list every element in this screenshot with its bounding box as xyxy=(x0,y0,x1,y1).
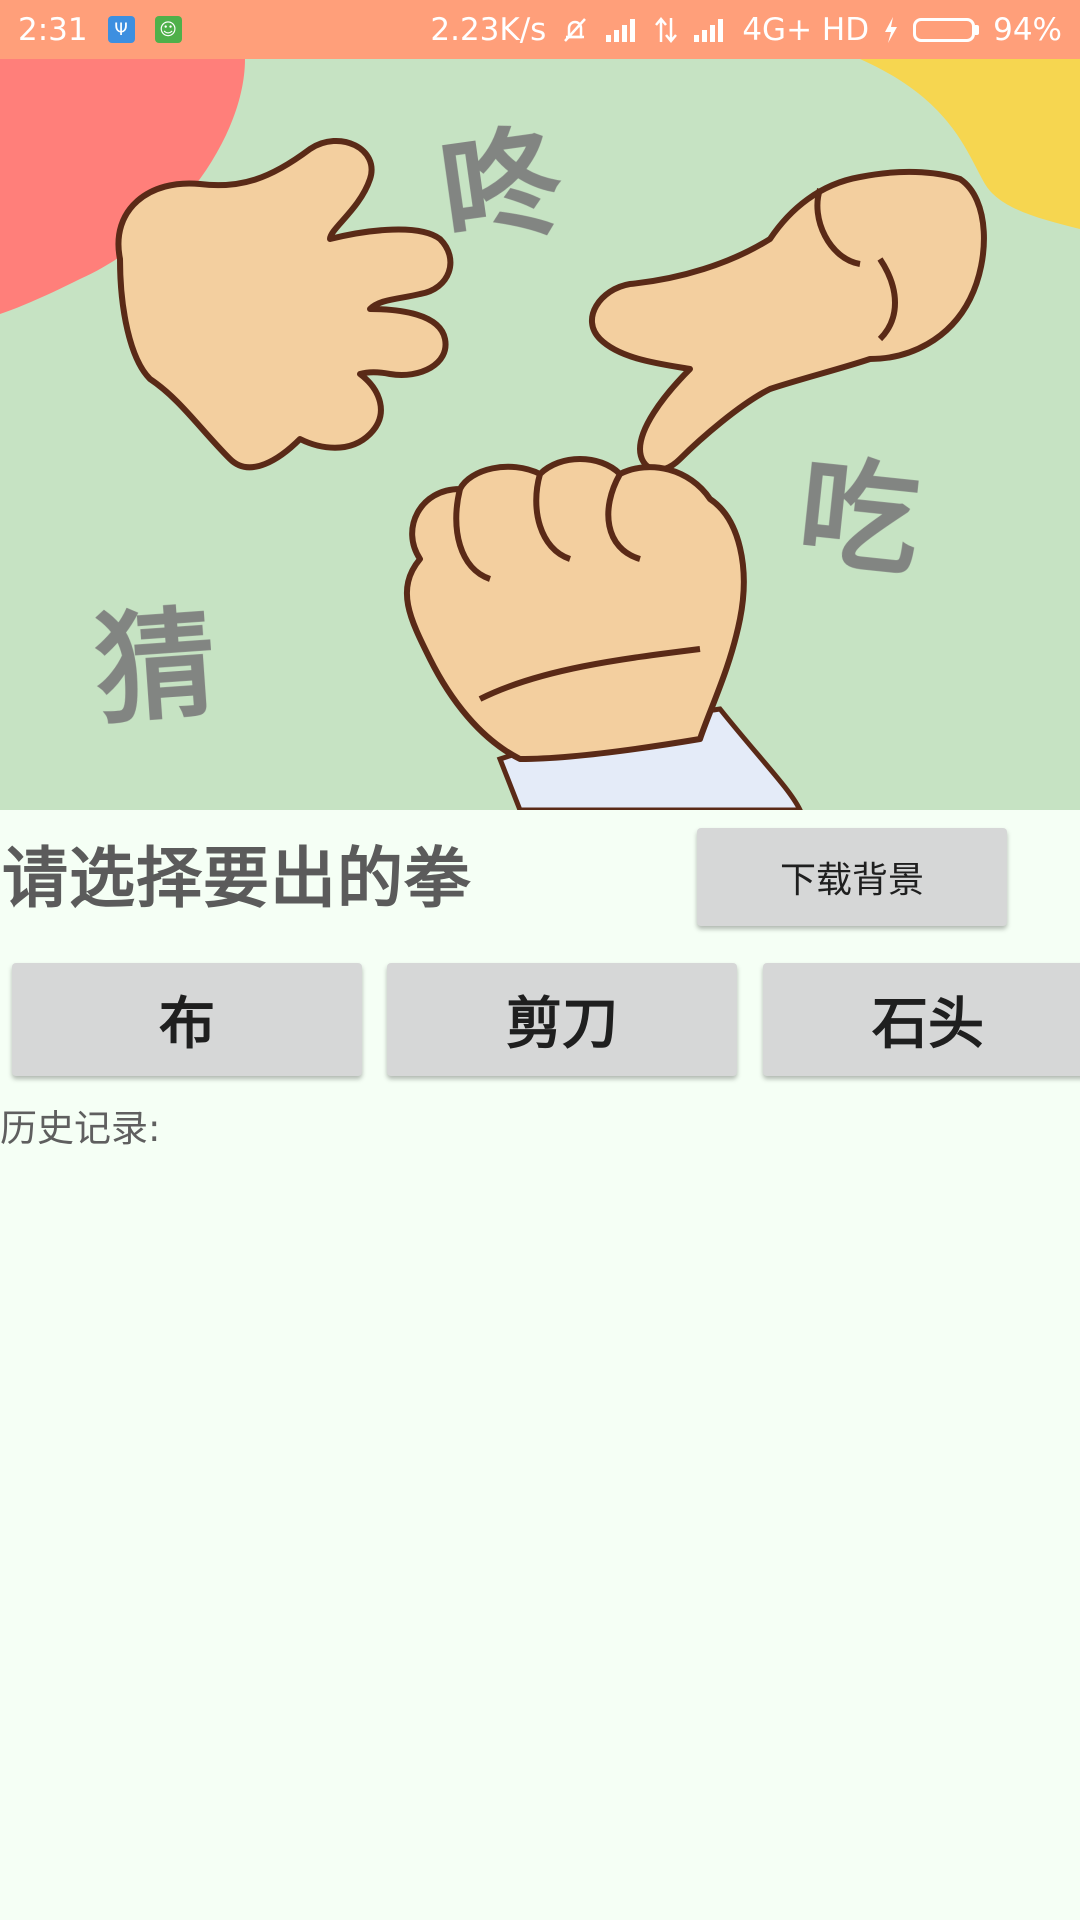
signal-icon xyxy=(692,17,728,43)
prompt-title: 请选择要出的拳 xyxy=(2,840,471,917)
mute-icon xyxy=(560,15,590,45)
hero-char-dong: 咚 xyxy=(432,111,571,265)
status-bar: 2:31 Ψ ☺ 2.23K/s 4G+ HD 94% xyxy=(0,0,1080,59)
history-label: 历史记录: xyxy=(0,1107,161,1150)
network-speed: 2.23K/s xyxy=(430,11,547,48)
choice-scissors-button[interactable]: 剪刀 xyxy=(387,963,737,1076)
choice-stone-button[interactable]: 石头 xyxy=(763,963,1080,1076)
signal-icon xyxy=(604,17,640,43)
background-image: 咚 吃 猜 xyxy=(0,59,1080,810)
usb-icon: Ψ xyxy=(107,16,135,43)
battery-icon xyxy=(913,17,980,42)
android-icon: ☺ xyxy=(154,16,182,43)
status-time: 2:31 xyxy=(18,11,88,48)
data-arrows-icon xyxy=(654,16,678,44)
download-background-button[interactable]: 下载背景 xyxy=(697,828,1007,926)
hero-char-chi: 吃 xyxy=(792,443,926,594)
battery-text: 94% xyxy=(993,11,1062,48)
hero-char-cai: 猜 xyxy=(91,595,220,742)
charging-icon xyxy=(883,16,899,44)
choice-cloth-button[interactable]: 布 xyxy=(12,963,362,1076)
network-type: 4G+ HD xyxy=(742,11,870,48)
